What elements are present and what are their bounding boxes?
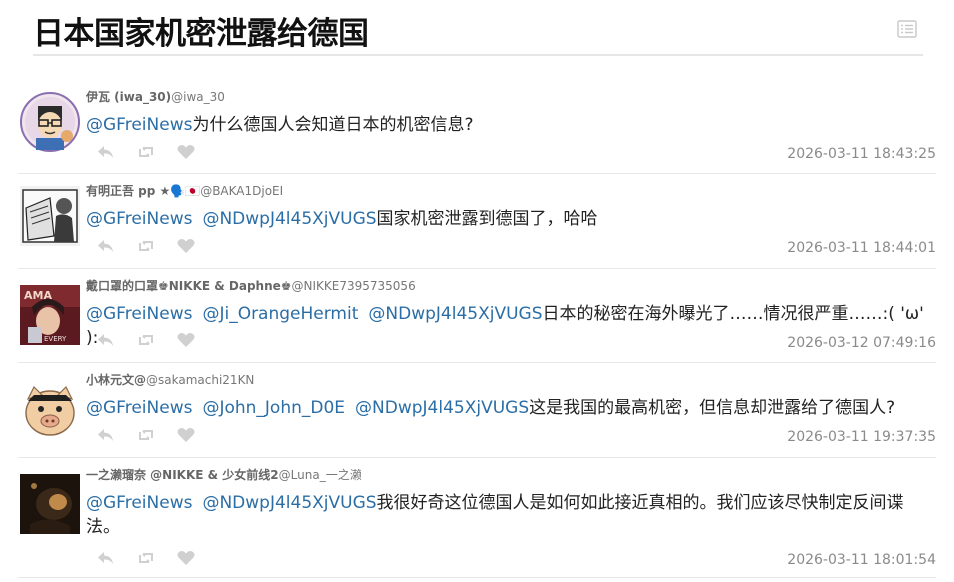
tweet-author[interactable]: 一之濑瑠奈 @NIKKE & 少女前线2 <box>86 468 279 482</box>
tweet-item: AMA EVERY 戴口罩的口罩♚NIKKE & Daphne♚@NIKKE73… <box>18 269 936 363</box>
svg-text:EVERY: EVERY <box>44 335 67 343</box>
retweet-icon[interactable] <box>136 426 156 444</box>
mention-link[interactable]: @GFreiNews <box>86 115 192 135</box>
tweet-actions <box>96 237 206 255</box>
page-title: 日本国家机密泄露给德国 <box>33 16 369 52</box>
tweet-actions <box>96 331 206 349</box>
retweet-icon[interactable] <box>136 331 156 349</box>
tweet-item: 伊瓦 (iwa_30)@iwa_30 @GFreiNews为什么德国人会知道日本… <box>18 80 936 174</box>
mention-link[interactable]: @John_John_D0E <box>202 398 345 418</box>
tweet-text: 为什么德国人会知道日本的机密信息? <box>192 115 474 135</box>
tweet-item: 一之濑瑠奈 @NIKKE & 少女前线2@Luna_一之濑 @GFreiNews… <box>18 458 936 578</box>
reply-icon[interactable] <box>96 237 116 255</box>
avatar[interactable] <box>20 92 80 152</box>
reply-icon[interactable] <box>96 143 116 161</box>
tweet-handle[interactable]: @sakamachi21KN <box>146 373 254 387</box>
tweet-body: @GFreiNews @John_John_D0E @NDwpJ4l45XjVUGS… <box>86 396 926 420</box>
tweet-meta: 伊瓦 (iwa_30)@iwa_30 <box>86 88 225 105</box>
tweet-timestamp[interactable]: 2026-03-11 18:01:54 <box>787 552 936 568</box>
tweet-actions <box>96 143 206 161</box>
tweet-handle[interactable]: @iwa_30 <box>171 90 225 104</box>
mention-link[interactable]: @GFreiNews <box>86 493 192 513</box>
tweet-text: 国家机密泄露到德国了，哈哈 <box>376 209 598 229</box>
tweet-handle[interactable]: @BAKA1DjoEI <box>200 184 283 198</box>
tweet-author[interactable]: 戴口罩的口罩♚NIKKE & Daphne♚ <box>86 279 292 293</box>
tweet-handle[interactable]: @Luna_一之濑 <box>279 468 362 482</box>
tweet-handle[interactable]: @NIKKE7395735056 <box>292 279 416 293</box>
mention-link[interactable]: @GFreiNews <box>86 398 192 418</box>
retweet-icon[interactable] <box>136 549 156 567</box>
like-icon[interactable] <box>176 331 196 349</box>
tweet-text: 这是我国的最高机密，但信息却泄露给了德国人? <box>529 398 896 418</box>
tweet-meta: 有明正吾 pp ★🗣️🇯🇵@BAKA1DjoEI <box>86 182 283 199</box>
tweet-meta: 戴口罩的口罩♚NIKKE & Daphne♚@NIKKE7395735056 <box>86 277 416 294</box>
tweet-body: @GFreiNews为什么德国人会知道日本的机密信息? <box>86 113 926 137</box>
reply-icon[interactable] <box>96 549 116 567</box>
mention-link[interactable]: @Ji_OrangeHermit <box>202 304 358 324</box>
avatar[interactable] <box>20 186 80 246</box>
tweet-timestamp[interactable]: 2026-03-11 19:37:35 <box>787 429 936 445</box>
mention-link[interactable]: @GFreiNews <box>86 209 192 229</box>
retweet-icon[interactable] <box>136 143 156 161</box>
avatar[interactable] <box>20 379 80 439</box>
retweet-icon[interactable] <box>136 237 156 255</box>
tweet-author[interactable]: 小林元文@ <box>86 373 146 387</box>
like-icon[interactable] <box>176 143 196 161</box>
tweet-timestamp[interactable]: 2026-03-11 18:43:25 <box>787 146 936 162</box>
tweet-body: @GFreiNews @NDwpJ4l45XjVUGS国家机密泄露到德国了，哈哈 <box>86 207 926 231</box>
like-icon[interactable] <box>176 549 196 567</box>
mention-link[interactable]: @NDwpJ4l45XjVUGS <box>202 493 376 513</box>
tweet-item: 小林元文@@sakamachi21KN @GFreiNews @John_John… <box>18 363 936 458</box>
tweet-author[interactable]: 有明正吾 pp ★🗣️🇯🇵 <box>86 184 200 198</box>
reply-icon[interactable] <box>96 331 116 349</box>
tweet-actions <box>96 549 206 567</box>
list-icon[interactable] <box>897 20 917 38</box>
tweet-body: @GFreiNews @NDwpJ4l45XjVUGS我很好奇这位德国人是如何如此… <box>86 491 926 539</box>
tweet-meta: 小林元文@@sakamachi21KN <box>86 371 254 388</box>
like-icon[interactable] <box>176 426 196 444</box>
mention-link[interactable]: @NDwpJ4l45XjVUGS <box>368 304 542 324</box>
like-icon[interactable] <box>176 237 196 255</box>
tweet-timestamp[interactable]: 2026-03-12 07:49:16 <box>787 335 936 351</box>
tweet-timestamp[interactable]: 2026-03-11 18:44:01 <box>787 240 936 256</box>
avatar[interactable]: AMA EVERY <box>20 285 80 345</box>
avatar[interactable] <box>20 474 80 534</box>
tweet-author[interactable]: 伊瓦 (iwa_30) <box>86 90 171 104</box>
tweet-thread: 伊瓦 (iwa_30)@iwa_30 @GFreiNews为什么德国人会知道日本… <box>18 80 936 578</box>
mention-link[interactable]: @NDwpJ4l45XjVUGS <box>202 209 376 229</box>
mention-link[interactable]: @NDwpJ4l45XjVUGS <box>355 398 529 418</box>
tweet-item: 有明正吾 pp ★🗣️🇯🇵@BAKA1DjoEI @GFreiNews @NDwp… <box>18 174 936 269</box>
tweet-meta: 一之濑瑠奈 @NIKKE & 少女前线2@Luna_一之濑 <box>86 466 362 483</box>
tweet-actions <box>96 426 206 444</box>
mention-link[interactable]: @GFreiNews <box>86 304 192 324</box>
reply-icon[interactable] <box>96 426 116 444</box>
page-header: 日本国家机密泄露给德国 <box>33 0 923 56</box>
